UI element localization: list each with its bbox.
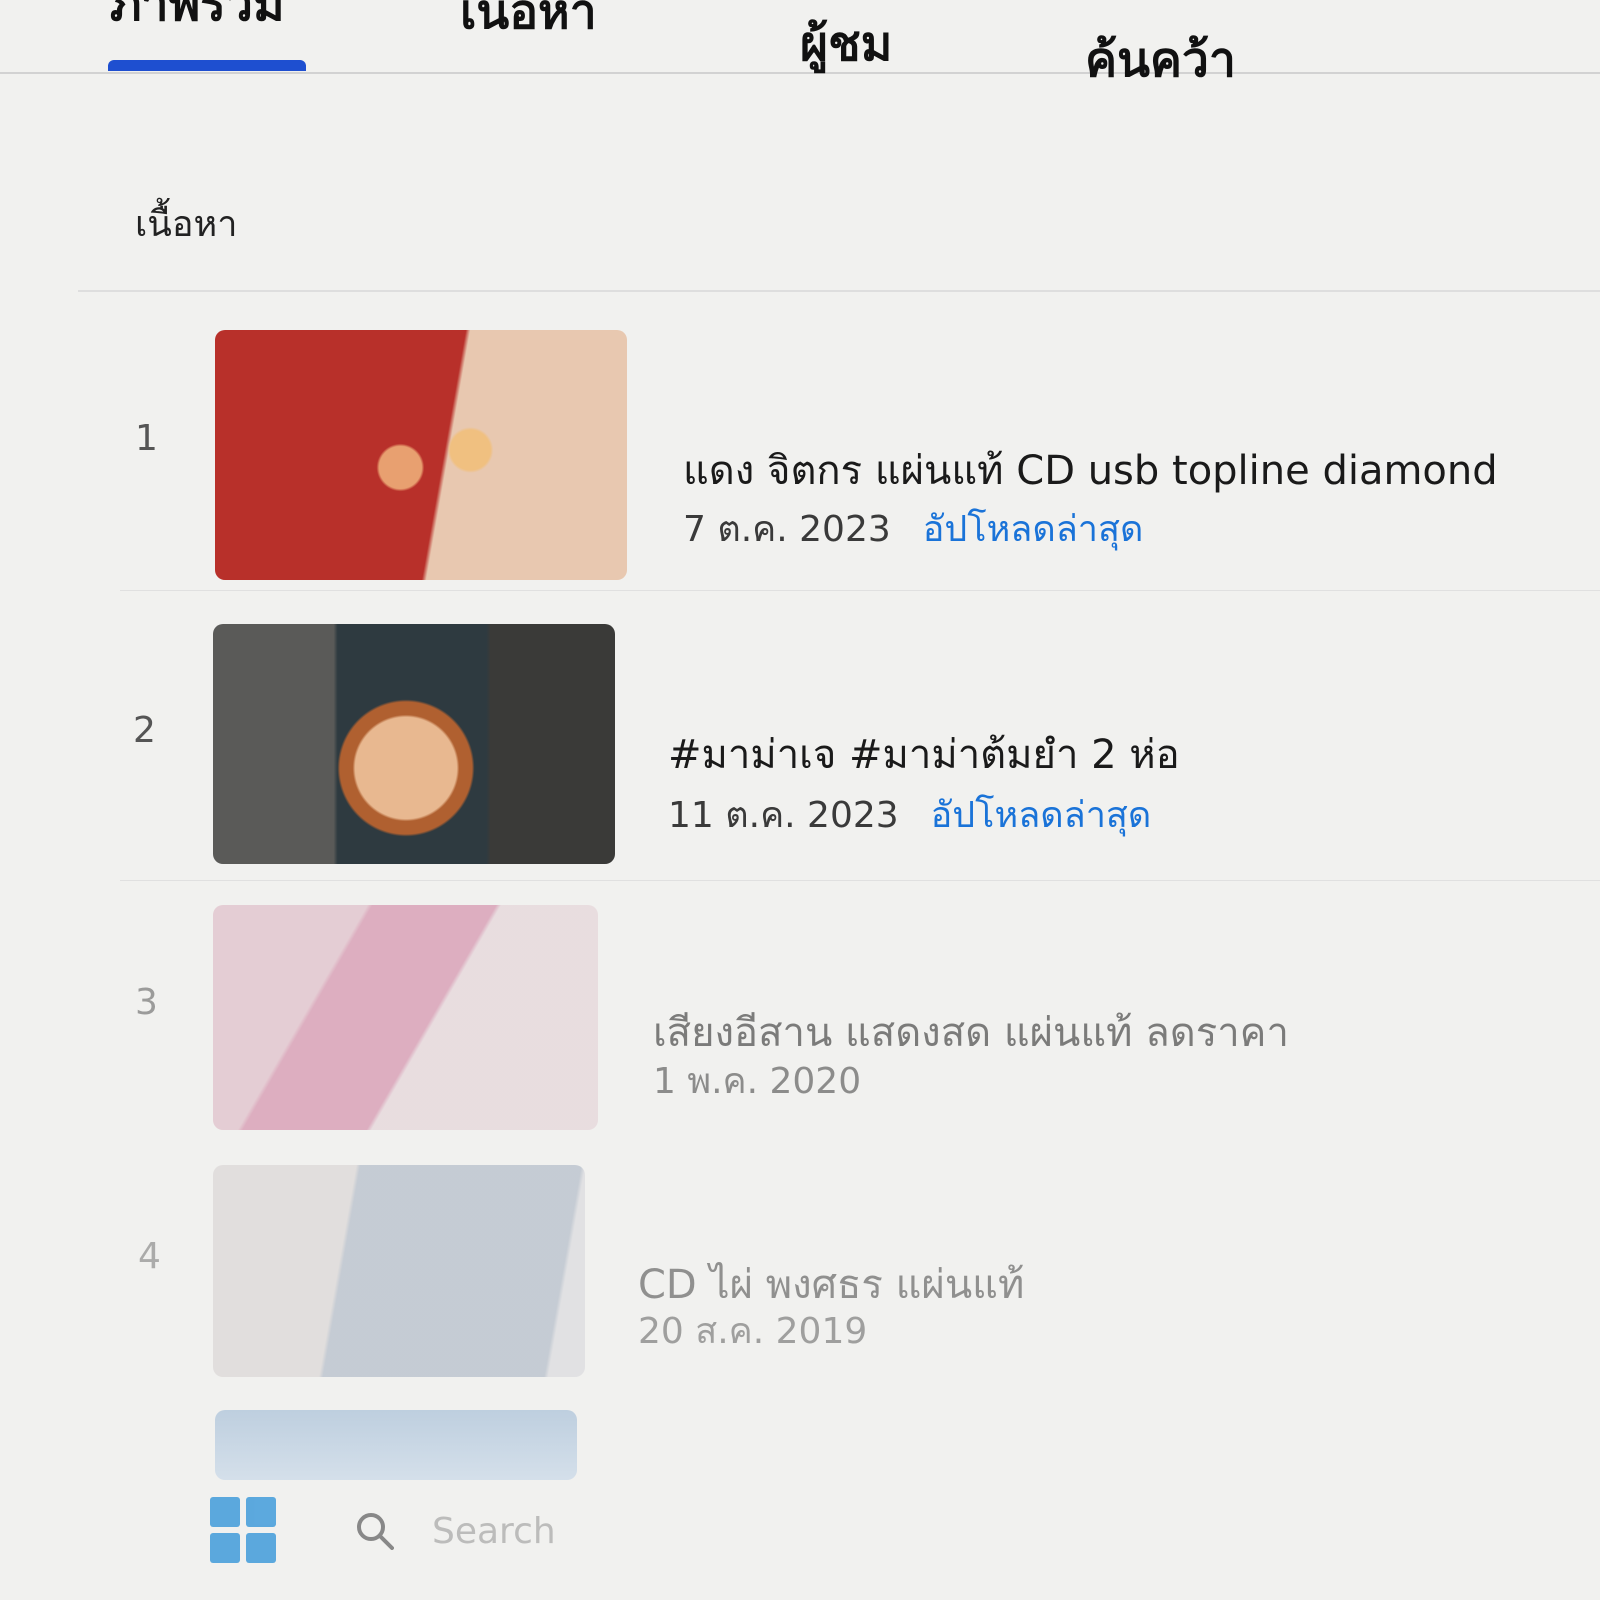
tab-research[interactable]: ค้นคว้า	[1085, 22, 1236, 98]
video-meta: 11 ต.ค. 2023 อัปโหลดล่าสุด	[668, 786, 1151, 843]
taskbar-search-input[interactable]: Search	[432, 1511, 556, 1552]
video-meta: 1 พ.ค. 2020	[653, 1052, 861, 1109]
active-tab-indicator	[108, 60, 306, 71]
tab-content[interactable]: เนื้อหา	[460, 0, 597, 50]
row-divider	[120, 590, 1600, 591]
taskbar: Search	[0, 1485, 1600, 1600]
video-title[interactable]: #มาม่าเจ #มาม่าต้มยำ 2 ห่อ	[668, 722, 1180, 786]
rank-number: 1	[135, 418, 158, 459]
divider	[78, 290, 1600, 292]
tab-audience[interactable]: ผู้ชม	[800, 6, 892, 82]
rank-number: 2	[133, 710, 156, 751]
latest-upload-badge: อัปโหลดล่าสุด	[930, 795, 1152, 836]
tab-bar: ภาพรวม เนื้อหา ผู้ชม ค้นคว้า	[0, 0, 1600, 88]
video-thumbnail[interactable]	[215, 330, 627, 580]
search-icon[interactable]	[355, 1511, 395, 1551]
tab-overview[interactable]: ภาพรวม	[110, 0, 285, 42]
video-thumbnail[interactable]	[213, 1165, 585, 1377]
video-meta: 20 ส.ค. 2019	[638, 1302, 867, 1359]
video-thumbnail[interactable]	[213, 905, 598, 1130]
video-thumbnail[interactable]	[213, 624, 615, 864]
rank-number: 4	[138, 1236, 161, 1277]
video-thumbnail[interactable]	[215, 1410, 577, 1480]
latest-upload-badge: อัปโหลดล่าสุด	[922, 509, 1144, 550]
windows-start-icon[interactable]	[210, 1497, 276, 1563]
rank-number: 3	[135, 982, 158, 1023]
video-date: 20 ส.ค. 2019	[638, 1311, 868, 1352]
video-date: 1 พ.ค. 2020	[653, 1061, 862, 1102]
row-divider	[120, 880, 1600, 881]
video-date: 11 ต.ค. 2023	[668, 795, 899, 836]
video-meta: 7 ต.ค. 2023 อัปโหลดล่าสุด	[683, 500, 1143, 557]
section-title: เนื้อหา	[135, 204, 238, 245]
video-date: 7 ต.ค. 2023	[683, 509, 891, 550]
video-title[interactable]: แดง จิตกร แผ่นแท้ CD usb topline diamond	[683, 438, 1498, 502]
